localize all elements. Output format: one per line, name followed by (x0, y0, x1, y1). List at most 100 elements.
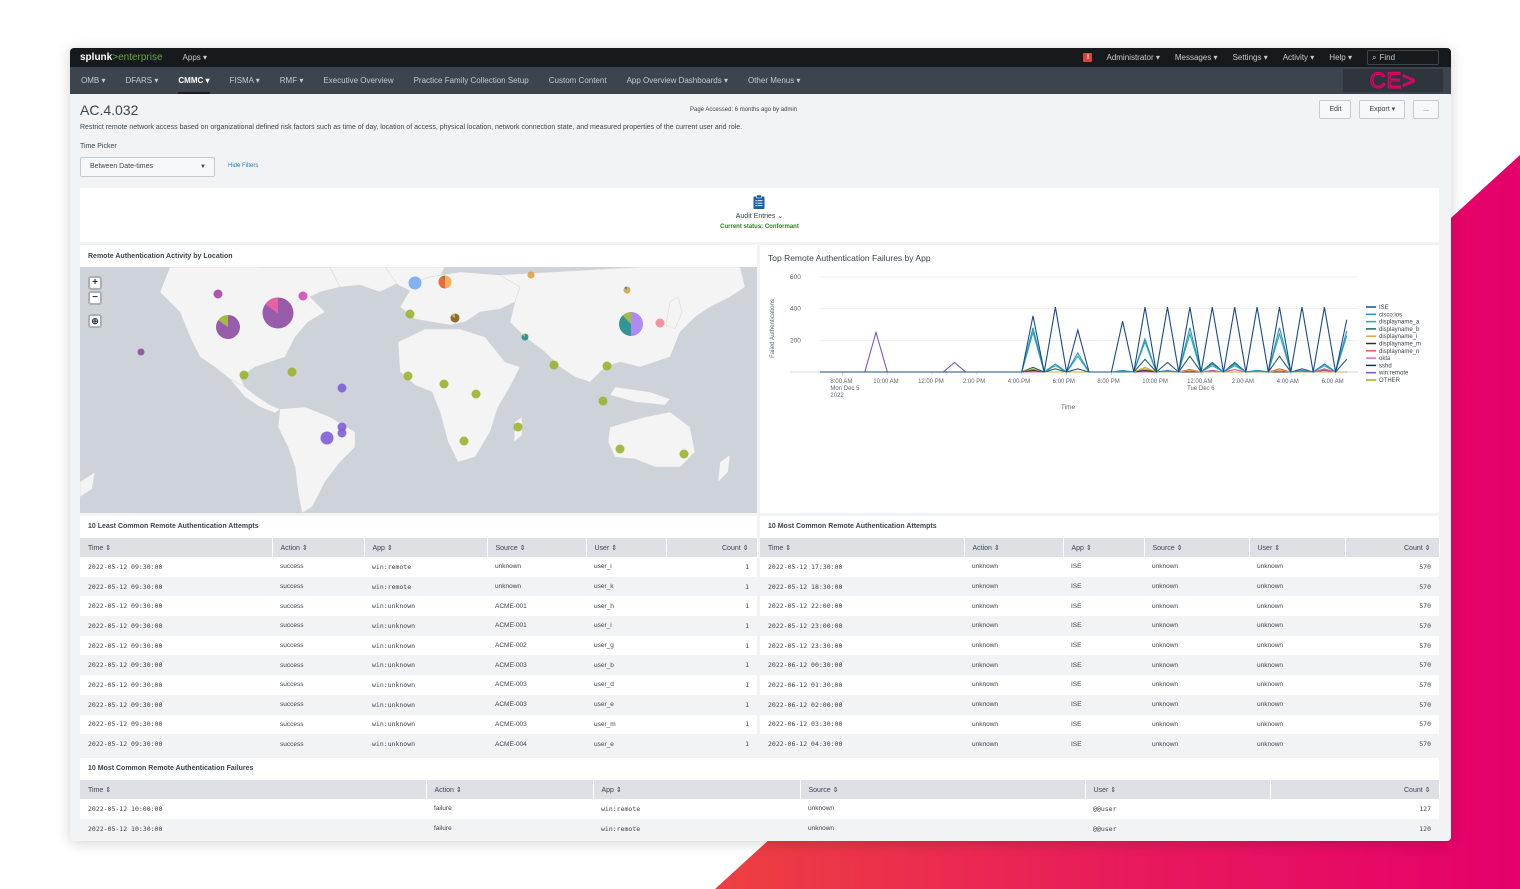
world-map[interactable]: + − ⊕ (80, 267, 757, 513)
map-marker[interactable] (239, 370, 249, 380)
column-header-source[interactable]: Source ⇕ (800, 780, 1086, 799)
nav-other-menus[interactable]: Other Menus ▾ (748, 67, 800, 94)
column-header-count[interactable]: Count ⇕ (666, 538, 758, 557)
alert-icon[interactable]: ! (1083, 53, 1093, 62)
map-marker[interactable] (623, 286, 631, 294)
more-actions-button[interactable]: ... (1413, 100, 1439, 119)
table-row[interactable]: 2022-05-12 09:30:00 success win:remote unkn… (80, 557, 757, 577)
map-marker[interactable] (213, 289, 223, 299)
map-marker[interactable] (549, 360, 559, 370)
audit-entries-toggle[interactable]: Audit Entries ⌄ (80, 212, 1439, 220)
nav-app-overview-dashboards[interactable]: App Overview Dashboards ▾ (627, 67, 728, 94)
map-marker[interactable] (527, 271, 535, 279)
settings-menu[interactable]: Settings ▾ (1233, 53, 1268, 62)
nav-executive-overview[interactable]: Executive Overview (323, 67, 393, 94)
table-row[interactable]: 2022-05-12 22:00:00 unknown ISE unknown unkn… (760, 596, 1439, 616)
help-menu[interactable]: Help ▾ (1329, 53, 1352, 62)
column-header-time[interactable]: Time ⇕ (760, 538, 965, 557)
map-marker[interactable] (438, 275, 452, 289)
table-row[interactable]: 2022-05-12 09:30:00 success win:unknown ACM… (80, 675, 757, 695)
nav-rmf[interactable]: RMF ▾ (280, 67, 304, 94)
map-marker[interactable] (408, 276, 422, 290)
zoom-in-button[interactable]: + (88, 276, 102, 290)
column-header-app[interactable]: App ⇕ (364, 538, 488, 557)
column-header-source[interactable]: Source ⇕ (487, 538, 587, 557)
column-header-source[interactable]: Source ⇕ (1144, 538, 1250, 557)
map-marker[interactable] (216, 315, 240, 339)
map-marker[interactable] (619, 312, 643, 336)
map-marker[interactable] (521, 333, 529, 341)
messages-menu[interactable]: Messages ▾ (1175, 53, 1218, 62)
table-row[interactable]: 2022-05-12 09:30:00 success win:unknown ACM… (80, 596, 757, 616)
nav-dfars[interactable]: DFARS ▾ (125, 67, 158, 94)
table-row[interactable]: 2022-05-12 09:30:00 success win:remote unkn… (80, 576, 757, 597)
table-row[interactable]: 2022-05-12 09:30:00 success win:unknown ACM… (80, 694, 757, 715)
edit-button[interactable]: Edit (1319, 100, 1352, 119)
table-row[interactable]: 2022-05-12 09:30:00 success win:unknown ACM… (80, 715, 757, 735)
map-marker[interactable] (405, 309, 415, 319)
table-row[interactable]: 2022-06-12 02:00:00 unknown ISE unknown unkn… (760, 694, 1439, 715)
column-header-count[interactable]: Count ⇕ (1270, 780, 1440, 799)
nav-practice-family-collection-setup[interactable]: Practice Family Collection Setup (414, 67, 529, 94)
table-row[interactable]: 2022-05-12 17:30:00 unknown ISE unknown unkn… (760, 557, 1439, 577)
time-picker-dropdown[interactable]: Between Date-times ▼ (80, 157, 215, 177)
column-header-action[interactable]: Action ⇕ (964, 538, 1064, 557)
table-row[interactable]: 2022-05-12 10:00:00 failure win:remote unkn… (80, 799, 1439, 819)
map-marker[interactable] (403, 371, 413, 381)
table-row[interactable]: 2022-05-12 09:30:00 success win:unknown ACM… (80, 734, 757, 754)
map-marker[interactable] (679, 449, 689, 459)
nav-omb[interactable]: OMB ▾ (81, 67, 105, 94)
map-marker[interactable] (137, 348, 145, 356)
table-row[interactable]: 2022-05-12 18:30:00 unknown ISE unknown unkn… (760, 576, 1439, 597)
table-row[interactable]: 2022-05-12 23:30:00 unknown ISE unknown unkn… (760, 636, 1439, 656)
table-row[interactable]: 2022-06-12 01:30:00 unknown ISE unknown unkn… (760, 675, 1439, 695)
export-button[interactable]: Export ▾ (1359, 100, 1406, 119)
nav-cmmc[interactable]: CMMC ▾ (178, 67, 210, 94)
column-header-time[interactable]: Time ⇕ (80, 538, 273, 557)
column-header-count[interactable]: Count ⇕ (1345, 538, 1440, 557)
table-row[interactable]: 2022-06-12 03:30:00 unknown ISE unknown unkn… (760, 715, 1439, 735)
column-header-app[interactable]: App ⇕ (593, 780, 801, 799)
map-marker[interactable] (337, 428, 347, 438)
table-row[interactable]: 2022-05-12 10:30:00 failure win:remote unkn… (80, 818, 1439, 839)
map-marker[interactable] (602, 361, 612, 371)
nav-custom-content[interactable]: Custom Content (549, 67, 607, 94)
map-marker[interactable] (262, 297, 294, 329)
table-row[interactable]: 2022-05-12 09:30:00 success win:unknown ACM… (80, 616, 757, 636)
administrator-menu[interactable]: Administrator ▾ (1106, 53, 1159, 62)
splunk-logo[interactable]: splunk>enterprise (80, 52, 163, 63)
map-marker[interactable] (450, 313, 460, 323)
map-marker[interactable] (459, 436, 469, 446)
column-header-user[interactable]: User ⇕ (1249, 538, 1346, 557)
column-header-time[interactable]: Time ⇕ (80, 780, 427, 799)
map-marker[interactable] (655, 318, 665, 328)
zoom-out-button[interactable]: − (88, 291, 102, 305)
land-new-zealand (717, 454, 731, 483)
map-marker[interactable] (615, 444, 625, 454)
column-header-user[interactable]: User ⇕ (1085, 780, 1271, 799)
activity-menu[interactable]: Activity ▾ (1283, 53, 1315, 62)
map-marker[interactable] (598, 396, 608, 406)
column-header-action[interactable]: Action ⇕ (426, 780, 594, 799)
crosshair-icon[interactable]: ⊕ (88, 314, 102, 328)
table-row[interactable]: 2022-06-12 00:30:00 unknown ISE unknown unkn… (760, 655, 1439, 676)
map-marker[interactable] (439, 379, 449, 389)
nav-fisma[interactable]: FISMA ▾ (230, 67, 260, 94)
map-marker[interactable] (513, 422, 523, 432)
map-marker[interactable] (287, 367, 297, 377)
table-row[interactable]: 2022-05-12 23:00:00 unknown ISE unknown unkn… (760, 616, 1439, 636)
table-row[interactable]: 2022-06-12 04:30:00 unknown ISE unknown unkn… (760, 734, 1439, 754)
hide-filters-link[interactable]: Hide Filters (228, 163, 258, 169)
table-row[interactable]: 2022-05-12 09:30:00 success win:unknown ACM… (80, 655, 757, 676)
map-marker[interactable] (471, 389, 481, 399)
column-header-action[interactable]: Action ⇕ (272, 538, 365, 557)
map-marker[interactable] (337, 383, 347, 393)
map-marker[interactable] (298, 291, 308, 301)
column-header-user[interactable]: User ⇕ (586, 538, 667, 557)
map-marker[interactable] (320, 431, 334, 445)
apps-menu[interactable]: Apps ▾ (183, 53, 207, 62)
find-input[interactable]: ⌕ Find (1367, 50, 1439, 65)
table-row[interactable]: 2022-05-12 09:30:00 success win:unknown ACM… (80, 636, 757, 656)
column-header-app[interactable]: App ⇕ (1063, 538, 1145, 557)
caret-down-icon: ▼ (200, 164, 206, 170)
